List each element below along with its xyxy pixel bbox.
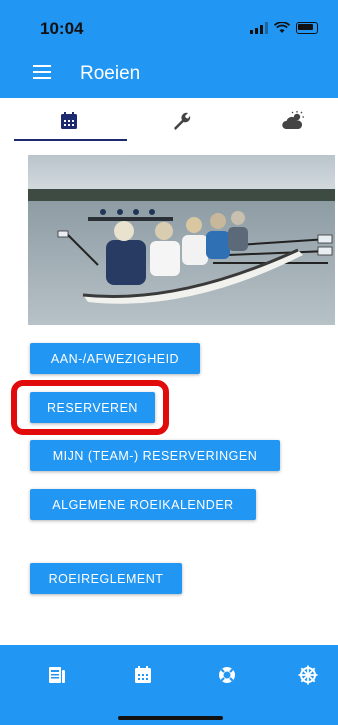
nav-calendar[interactable] [131, 665, 155, 685]
app-title: Roeien [80, 63, 141, 84]
lifebuoy-icon [219, 667, 235, 683]
my-reservations-button[interactable]: MIJN (TEAM-) RESERVERINGEN [30, 440, 280, 471]
tab-weather[interactable] [273, 106, 313, 136]
top-app-bar: 10:04 Roeien [0, 0, 338, 98]
status-icons [250, 22, 318, 34]
nav-safety[interactable] [215, 665, 239, 685]
tab-bar [0, 98, 338, 144]
wrench-icon [174, 112, 191, 130]
calendar-icon [61, 112, 77, 129]
rowing-rules-button[interactable]: ROEIREGLEMENT [30, 563, 182, 594]
tab-calendar[interactable] [49, 106, 89, 136]
helm-icon [298, 665, 318, 685]
tab-maintenance[interactable] [161, 106, 201, 136]
home-indicator[interactable] [118, 716, 223, 720]
battery-icon [296, 22, 318, 34]
rowing-calendar-button[interactable]: ALGEMENE ROEIKALENDER [30, 489, 256, 520]
nav-club[interactable] [296, 665, 320, 685]
calendar-icon [135, 666, 151, 683]
wifi-icon [274, 22, 290, 33]
rowing-photo [28, 155, 335, 325]
status-time: 10:04 [40, 19, 84, 38]
hamburger-menu-icon[interactable] [33, 65, 51, 79]
bottom-navigation [0, 645, 338, 725]
news-icon [49, 667, 65, 683]
weather-icon [282, 111, 304, 129]
nav-news[interactable] [45, 665, 69, 685]
signal-icon [250, 22, 268, 34]
active-tab-indicator [14, 139, 127, 141]
highlight-frame [11, 380, 169, 435]
attendance-button[interactable]: AAN-/AFWEZIGHEID [30, 343, 200, 374]
